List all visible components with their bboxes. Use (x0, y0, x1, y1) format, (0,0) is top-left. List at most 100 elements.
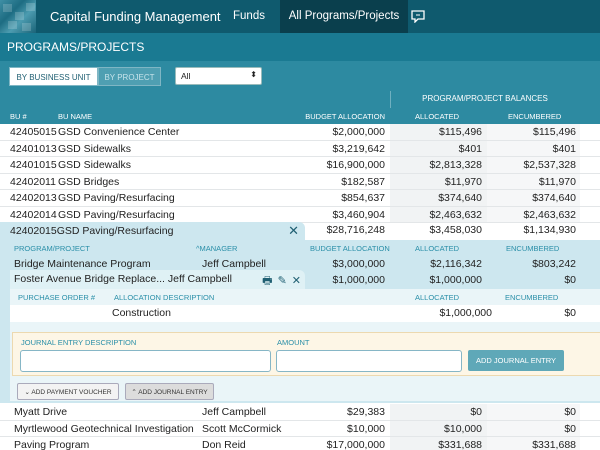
program-budget: $3,000,000 (332, 258, 385, 270)
add-journal-entry-label: ADD JOURNAL ENTRY (138, 389, 208, 396)
allocated: $2,813,328 (429, 159, 482, 171)
allocated: $11,970 (444, 175, 482, 188)
expanded-project-values: $1,000,000 $1,000,000 $0 (0, 272, 600, 289)
select-arrows-icon: ⬍ (250, 70, 257, 79)
page-title: PROGRAMS/PROJECTS (7, 40, 145, 54)
journal-entry-description-label: JOURNAL ENTRY DESCRIPTION (21, 338, 137, 347)
amount-input[interactable] (276, 350, 462, 372)
column-manager[interactable]: ^MANAGER (196, 244, 237, 253)
program-encumbered: $0 (564, 422, 576, 435)
view-by-project-button[interactable]: BY PROJECT (98, 67, 161, 86)
program-name: Myrtlewood Geotechnical Investigation (14, 422, 194, 435)
program-row[interactable]: Paving Program Don Reid $17,000,000 $331,68… (0, 437, 600, 450)
po-column-header: PURCHASE ORDER # ALLOCATION DESCRIPTION … (10, 290, 600, 304)
table-row[interactable]: 42402011 GSD Bridges $182,587 $11,970 $11,97… (0, 173, 600, 190)
po-allocated: $1,000,000 (439, 307, 492, 319)
bu-number: 42405015 (10, 126, 57, 138)
bu-number: 42401015 (10, 159, 57, 171)
chevron-down-icon: ⌄ (24, 389, 30, 396)
add-payment-voucher-button[interactable]: ⌄ ADD PAYMENT VOUCHER (17, 383, 119, 400)
view-by-business-unit-button[interactable]: BY BUSINESS UNIT (9, 67, 98, 86)
filter-select[interactable]: All ⬍ (175, 67, 262, 85)
expanded-allocated: $3,458,030 (429, 224, 482, 236)
project-budget: $1,000,000 (332, 274, 385, 286)
bu-number: 42402013 (10, 192, 57, 204)
column-allocation-description[interactable]: ALLOCATION DESCRIPTION (114, 293, 214, 302)
view-toolbar: BY BUSINESS UNIT BY PROJECT All ⬍ (0, 61, 600, 91)
chat-icon[interactable] (411, 10, 425, 23)
filter-select-value: All (181, 71, 191, 81)
bu-name: GSD Bridges (58, 175, 120, 188)
table-row[interactable]: 42402014 GSD Paving/Resurfacing $3,460,904… (0, 206, 600, 223)
program-manager: Jeff Campbell (202, 258, 267, 270)
encumbered: $401 (552, 142, 576, 155)
top-navigation: Capital Funding Management Funds All Pro… (0, 0, 600, 33)
program-budget: $17,000,000 (326, 439, 385, 450)
column-allocated[interactable]: ALLOCATED (415, 112, 459, 121)
budget-allocation: $3,460,904 (332, 208, 385, 221)
column-encumbered[interactable]: ENCUMBERED (508, 112, 561, 121)
encumbered: $2,463,632 (523, 208, 576, 221)
expanded-bu-values: $28,716,248 $3,458,030 $1,134,930 (0, 222, 600, 239)
column-po-allocated[interactable]: ALLOCATED (415, 293, 459, 302)
chevron-up-icon: ⌃ (131, 389, 137, 396)
column-budget-allocation[interactable]: BUDGET ALLOCATION (305, 112, 385, 121)
bu-name: GSD Convenience Center (58, 126, 180, 138)
bu-name: GSD Paving/Resurfacing (58, 192, 175, 204)
column-program-encumbered[interactable]: ENCUMBERED (506, 244, 559, 253)
app-title: Capital Funding Management (50, 9, 221, 24)
program-allocated: $2,116,342 (430, 258, 482, 270)
table-row[interactable]: 42401013 GSD Sidewalks $3,219,642 $401 $401 (0, 140, 600, 157)
program-allocated: $10,000 (444, 422, 482, 435)
nav-tab-funds[interactable]: Funds (225, 0, 273, 33)
column-program-budget[interactable]: BUDGET ALLOCATION (310, 244, 390, 253)
program-row[interactable]: Myrtlewood Geotechnical Investigation Sco… (0, 420, 600, 437)
add-journal-entry-submit-button[interactable]: ADD JOURNAL ENTRY (468, 350, 564, 371)
program-manager: Jeff Campbell (202, 406, 267, 418)
purchase-order-row[interactable]: Construction $1,000,000 $0 (10, 305, 600, 322)
budget-allocation: $182,587 (341, 175, 385, 188)
program-allocated: $0 (470, 406, 482, 418)
program-budget: $10,000 (347, 422, 385, 435)
balances-group-header: PROGRAM/PROJECT BALANCES (0, 91, 600, 108)
bu-number: 42402014 (10, 208, 57, 221)
page-header: PROGRAMS/PROJECTS (0, 33, 600, 61)
column-program-project[interactable]: PROGRAM/PROJECT (14, 244, 90, 253)
column-program-allocated[interactable]: ALLOCATED (415, 244, 459, 253)
allocated: $2,463,632 (429, 208, 482, 221)
table-column-header: BU # BU NAME BUDGET ALLOCATION ALLOCATED… (0, 108, 600, 124)
bu-number: 42402011 (10, 175, 56, 188)
program-manager: Don Reid (202, 439, 246, 450)
column-bu[interactable]: BU # (10, 112, 27, 121)
journal-entry-description-input[interactable] (20, 350, 271, 372)
encumbered: $115,496 (532, 126, 576, 138)
budget-allocation: $854,637 (341, 192, 385, 204)
allocated: $374,640 (438, 192, 482, 204)
program-name: Myatt Drive (14, 406, 68, 418)
budget-allocation: $3,219,642 (332, 142, 385, 155)
expanded-budget: $28,716,248 (326, 224, 385, 236)
column-bu-name[interactable]: BU NAME (58, 112, 92, 121)
allocated: $115,496 (438, 126, 482, 138)
amount-label: AMOUNT (277, 338, 310, 347)
column-purchase-order[interactable]: PURCHASE ORDER # (18, 293, 95, 302)
journal-entry-form: JOURNAL ENTRY DESCRIPTION AMOUNT ADD JOU… (12, 332, 600, 376)
bu-name: GSD Paving/Resurfacing (58, 208, 175, 221)
encumbered: $11,970 (538, 175, 576, 188)
column-po-encumbered[interactable]: ENCUMBERED (505, 293, 558, 302)
table-row[interactable]: 42405015 GSD Convenience Center $2,000,000… (0, 124, 600, 141)
po-encumbered: $0 (564, 307, 576, 319)
program-manager: Scott McCormick (202, 422, 282, 435)
program-encumbered: $0 (564, 406, 576, 418)
balances-group-label: PROGRAM/PROJECT BALANCES (422, 94, 548, 103)
encumbered: $2,537,328 (523, 159, 576, 171)
table-row[interactable]: 42402013 GSD Paving/Resurfacing $854,637 $3… (0, 190, 600, 207)
po-description: Construction (112, 307, 171, 319)
program-allocated: $331,688 (438, 439, 482, 450)
program-row[interactable]: Myatt Drive Jeff Campbell $29,383 $0 $0 (0, 404, 600, 421)
add-payment-voucher-label: ADD PAYMENT VOUCHER (31, 389, 112, 396)
add-journal-entry-button[interactable]: ⌃ ADD JOURNAL ENTRY (125, 383, 214, 400)
table-row[interactable]: 42401015 GSD Sidewalks $16,900,000 $2,813,3… (0, 157, 600, 174)
nav-tab-all-programs-projects[interactable]: All Programs/Projects (280, 0, 408, 33)
allocated: $401 (458, 142, 482, 155)
